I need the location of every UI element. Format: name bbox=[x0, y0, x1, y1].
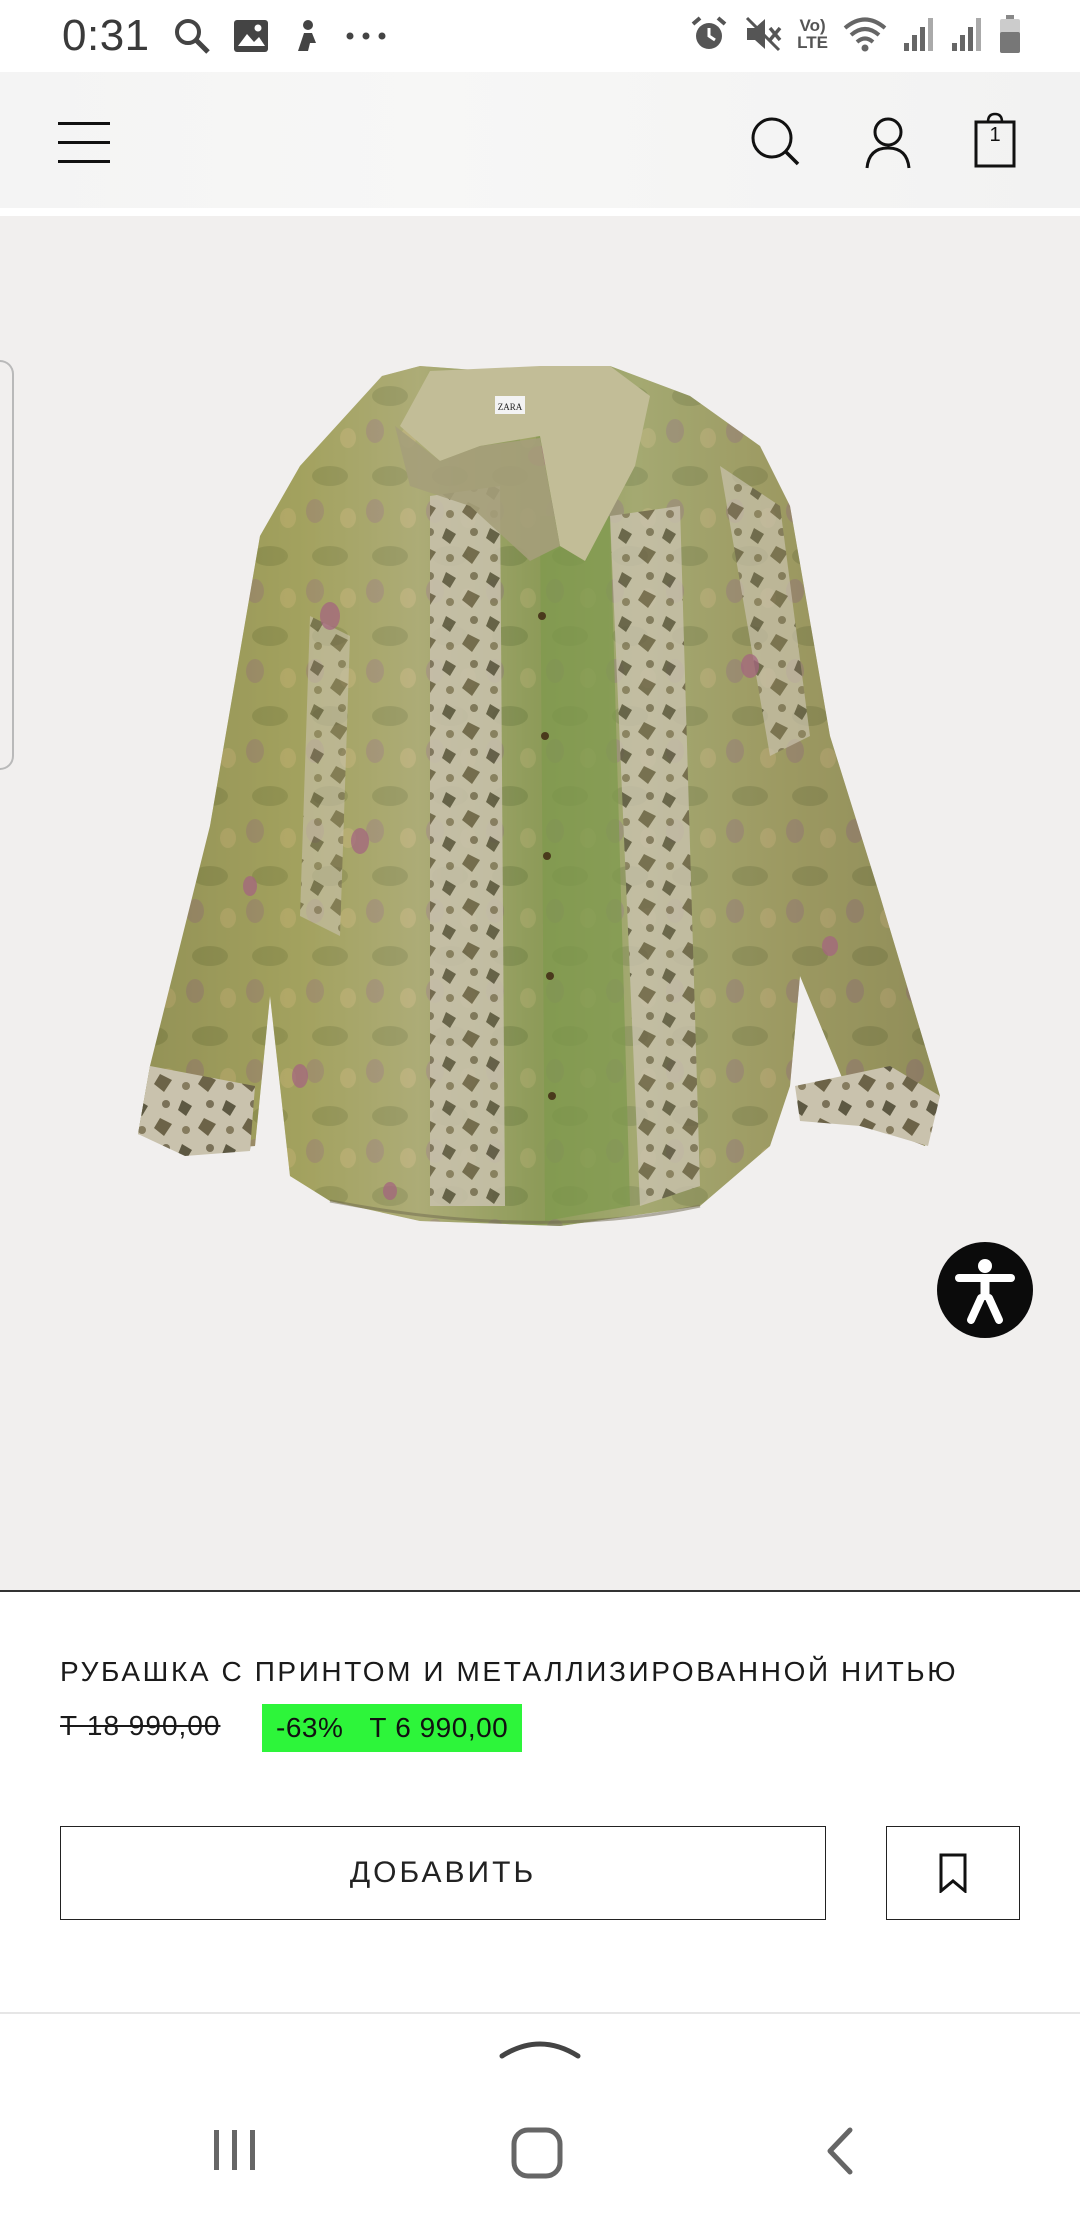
signal-icon bbox=[952, 18, 981, 51]
back-icon[interactable] bbox=[822, 2126, 856, 2176]
add-to-cart-button[interactable]: ДОБАВИТЬ bbox=[60, 1826, 826, 1920]
image-icon bbox=[233, 20, 268, 52]
account-icon[interactable] bbox=[860, 112, 916, 172]
battery-icon bbox=[1000, 15, 1020, 53]
menu-icon[interactable] bbox=[58, 122, 110, 163]
sale-badge: -63% Т 6 990,00 bbox=[262, 1704, 523, 1752]
shirt-photo: ZARA bbox=[138, 366, 940, 1226]
signal-icon bbox=[904, 18, 933, 51]
accessibility-button[interactable] bbox=[937, 1242, 1033, 1338]
accessibility-icon bbox=[955, 1259, 1015, 1324]
alarm-icon bbox=[691, 16, 727, 49]
image-divider bbox=[0, 1590, 1080, 1592]
status-bar: 0:31 Vo) LTE bbox=[0, 0, 1080, 72]
product-title: РУБАШКА С ПРИНТОМ И МЕТАЛЛИЗИРОВАННОЙ НИ… bbox=[60, 1656, 959, 1687]
sale-price: Т 6 990,00 bbox=[369, 1712, 509, 1743]
shirt-label-text: ZARA bbox=[498, 402, 523, 412]
home-icon[interactable] bbox=[510, 2126, 564, 2180]
notification-icon bbox=[297, 20, 316, 51]
volte-label: Vo) bbox=[799, 16, 826, 35]
search-icon[interactable] bbox=[748, 112, 804, 172]
bottom-sheet bbox=[0, 2012, 1080, 2220]
chevron-up-icon[interactable] bbox=[498, 2034, 582, 2060]
bag-icon[interactable]: 1 bbox=[974, 112, 1016, 172]
bookmark-icon bbox=[939, 1853, 967, 1893]
mute-icon bbox=[746, 16, 782, 52]
bag-count: 1 bbox=[989, 124, 1001, 146]
old-price: Т 18 990,00 bbox=[60, 1710, 221, 1741]
status-time: 0:31 bbox=[62, 11, 150, 60]
recents-icon[interactable] bbox=[210, 2126, 260, 2174]
volte-indicator: Vo) LTE bbox=[797, 17, 828, 51]
search-icon bbox=[174, 19, 210, 54]
wifi-icon bbox=[843, 17, 887, 52]
bookmark-button[interactable] bbox=[886, 1826, 1020, 1920]
lte-label: LTE bbox=[797, 33, 828, 52]
more-icon bbox=[346, 32, 386, 40]
site-header: 1 bbox=[0, 72, 1080, 208]
discount-percent: -63% bbox=[276, 1712, 344, 1743]
product-image[interactable]: ZARA bbox=[0, 216, 1080, 1590]
header-separator bbox=[0, 208, 1080, 216]
